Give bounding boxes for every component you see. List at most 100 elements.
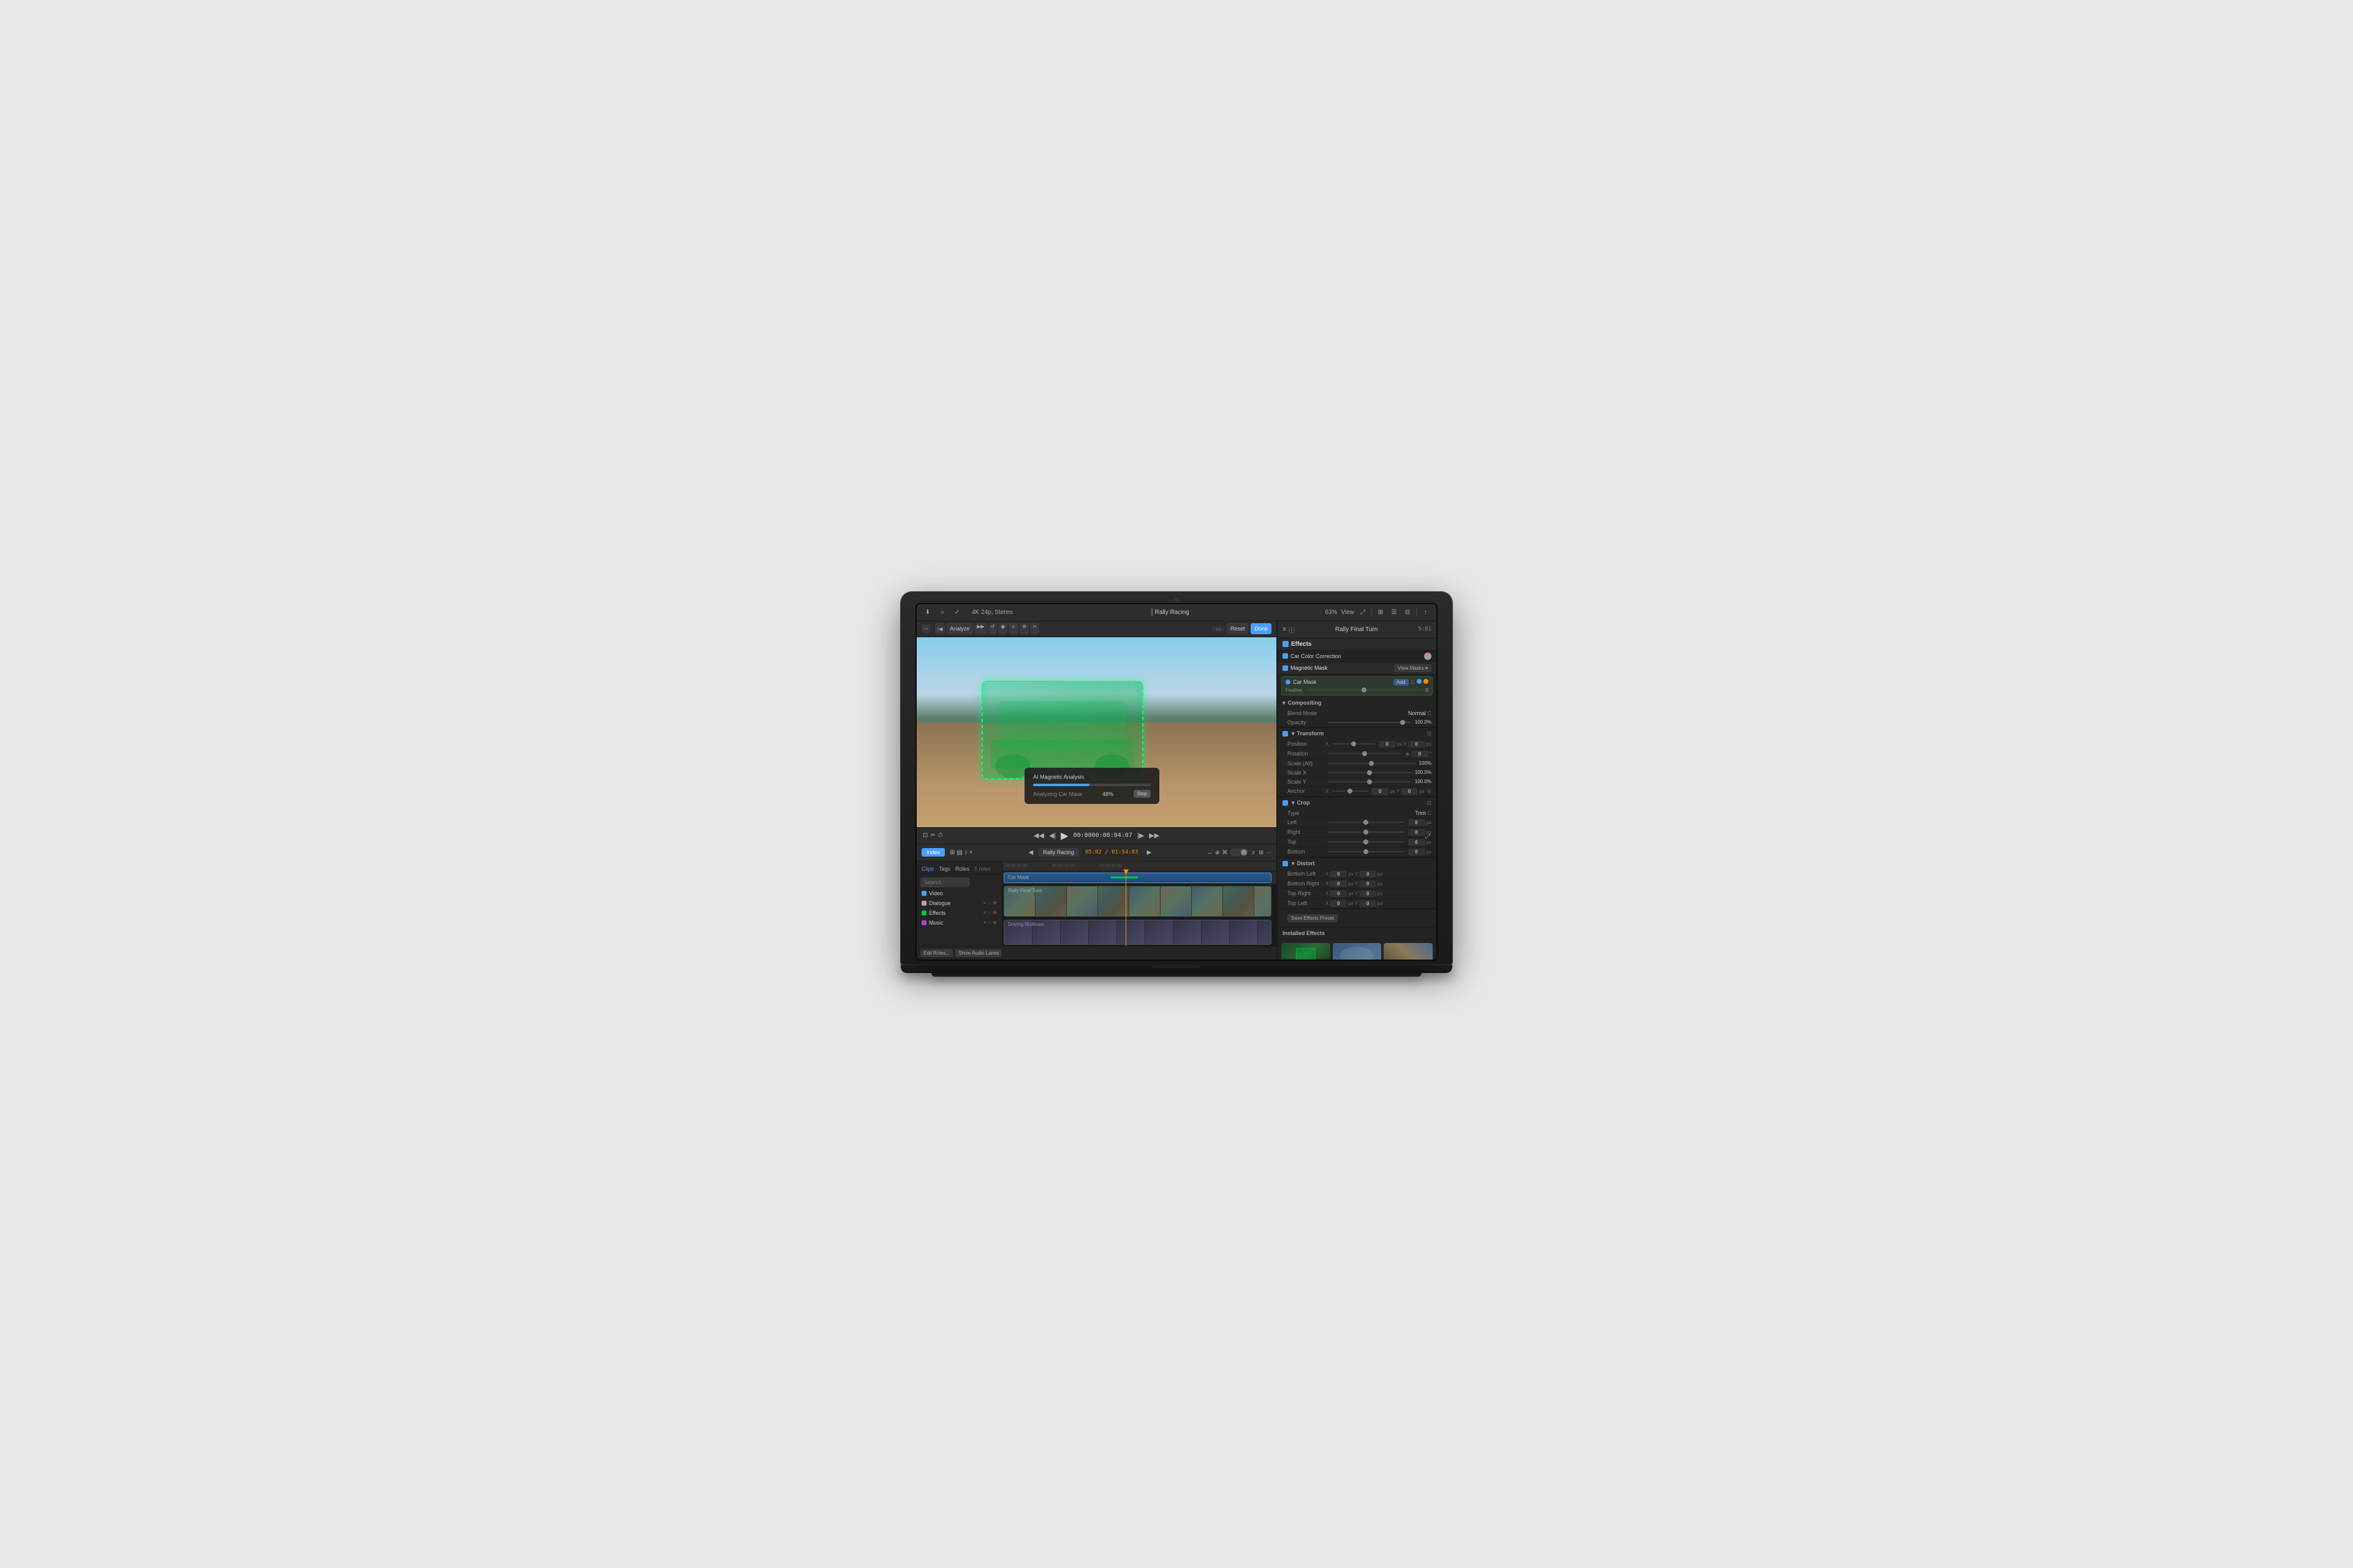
tags-tab[interactable]: Tags: [939, 866, 950, 872]
prev-frame-icon[interactable]: ◀◀: [1034, 831, 1044, 839]
effects-checkbox[interactable]: [1283, 641, 1289, 647]
timeline-next-icon[interactable]: ▶: [1146, 849, 1151, 856]
key-icon[interactable]: ○: [938, 607, 947, 617]
edit-roles-button[interactable]: Edit Roles...: [920, 949, 953, 957]
check-icon[interactable]: ✓: [952, 607, 962, 617]
play-button[interactable]: ▶: [1061, 830, 1068, 842]
audio-btn[interactable]: ♬: [1009, 623, 1018, 634]
distort-header[interactable]: ▾ Distort: [1278, 858, 1436, 869]
speed-icon[interactable]: ⏱: [938, 832, 943, 839]
dialogue-action-2[interactable]: ○: [988, 900, 991, 906]
transform-checkbox[interactable]: [1283, 731, 1288, 737]
zoom-out-icon[interactable]: ↔: [1207, 849, 1213, 855]
rotation-value[interactable]: 0: [1411, 751, 1428, 757]
crop-bottom-slider[interactable]: [1328, 851, 1404, 852]
crop-checkbox[interactable]: [1283, 800, 1288, 806]
ccc-checkbox[interactable]: [1283, 653, 1288, 659]
add-icon[interactable]: +: [969, 849, 973, 856]
mm-checkbox[interactable]: [1283, 665, 1288, 671]
bl-x-value[interactable]: 0: [1330, 871, 1347, 877]
roles-tab-label[interactable]: Roles: [955, 866, 969, 872]
multicam-clip[interactable]: Driving Multicam: [1004, 920, 1271, 945]
effect-green-screen[interactable]: Green ScreenKeyer: [1281, 943, 1330, 960]
crop-bottom-handle[interactable]: [1363, 849, 1368, 854]
audio-toggle[interactable]: [1230, 849, 1248, 856]
crop-left-slider[interactable]: [1328, 822, 1404, 823]
br-x-value[interactable]: 0: [1330, 881, 1347, 887]
bl-y-value[interactable]: 0: [1359, 871, 1376, 877]
feather-slider-handle[interactable]: [1362, 687, 1366, 692]
step-forward-icon[interactable]: |▶: [1137, 831, 1144, 839]
scale-y-slider[interactable]: [1328, 781, 1411, 782]
effects-action-3[interactable]: ⊕: [993, 910, 997, 915]
grid-icon[interactable]: ⊞: [1376, 607, 1385, 617]
transform-header[interactable]: ▾ Transform ⊡: [1278, 728, 1436, 740]
crop-top-value[interactable]: 0: [1408, 839, 1425, 846]
crop-left-handle[interactable]: [1363, 820, 1368, 825]
zoom-level[interactable]: 63%: [1325, 609, 1337, 616]
crop-top-slider[interactable]: [1328, 841, 1404, 843]
reset-button[interactable]: Reset: [1227, 623, 1249, 634]
scale-y-handle[interactable]: [1367, 779, 1372, 784]
opacity-slider-handle[interactable]: [1400, 720, 1405, 725]
distort-checkbox[interactable]: [1283, 861, 1288, 866]
zoom-in-icon[interactable]: ⊕: [1215, 849, 1220, 856]
opacity-slider[interactable]: [1328, 722, 1411, 723]
split-icon[interactable]: ⊟: [1403, 607, 1412, 617]
scale-all-slider[interactable]: [1328, 763, 1415, 764]
stop-button[interactable]: Stop: [1134, 790, 1151, 798]
list-view-icon[interactable]: ⊞: [950, 849, 955, 856]
project-select[interactable]: Rally Racing: [1038, 848, 1079, 857]
trim-btn[interactable]: ✂: [1030, 623, 1039, 634]
tl-x-value[interactable]: 0: [1330, 900, 1347, 907]
analyze-button[interactable]: Analyze: [946, 623, 973, 634]
tr-x-value[interactable]: 0: [1330, 890, 1347, 897]
effects-action-2[interactable]: ○: [988, 910, 991, 915]
effect-luma-keyer[interactable]: Luma Keyer: [1384, 943, 1433, 960]
index-tab[interactable]: Index: [922, 848, 945, 857]
effect-image-mask[interactable]: Image Mask: [1333, 943, 1382, 960]
clips-tab[interactable]: Clips: [922, 866, 934, 872]
playback-btn[interactable]: ▶▶: [974, 623, 987, 634]
music-action-1[interactable]: ≡: [983, 920, 987, 925]
view-btn[interactable]: View: [1341, 609, 1355, 616]
tr-y-value[interactable]: 0: [1359, 890, 1376, 897]
show-audio-lanes-button[interactable]: Show Audio Lanes: [955, 949, 1002, 957]
tl-y-value[interactable]: 0: [1359, 900, 1376, 907]
car-color-correction-row[interactable]: Car Color Correction: [1278, 651, 1436, 662]
timeline-prev-icon[interactable]: ◀: [1029, 849, 1034, 856]
sort-icon[interactable]: ↕: [964, 849, 968, 856]
position-y-value[interactable]: 0: [1408, 741, 1425, 748]
headphones-icon[interactable]: ⌘: [1222, 849, 1227, 856]
crop-top-handle[interactable]: [1363, 839, 1368, 844]
view-masks-button[interactable]: View Masks ▾: [1394, 664, 1431, 672]
anchor-x-handle[interactable]: [1347, 789, 1352, 793]
scale-x-handle[interactable]: [1367, 770, 1372, 775]
save-preset-button[interactable]: Save Effects Preset: [1287, 914, 1338, 922]
car-mask-clip[interactable]: Car Mask: [1004, 873, 1271, 883]
crop-header[interactable]: ▾ Crop ⊡: [1278, 797, 1436, 809]
music-action-2[interactable]: ○: [988, 920, 991, 925]
share-icon[interactable]: ↑: [1420, 607, 1430, 617]
anchor-y-value[interactable]: 0: [1401, 788, 1418, 795]
effects-action-1[interactable]: ≡: [983, 910, 987, 915]
clip-view-icon[interactable]: ▤: [957, 849, 962, 856]
analyze-btn[interactable]: |◀: [935, 623, 945, 634]
position-x-value[interactable]: 0: [1379, 741, 1396, 748]
fullscreen-btn[interactable]: ⤢: [1425, 833, 1430, 840]
anchor-x-slider[interactable]: [1332, 790, 1368, 792]
import-icon[interactable]: ⬇: [923, 607, 933, 617]
trim-tool-icon[interactable]: ✂: [930, 832, 935, 839]
dialogue-action-1[interactable]: ≡: [983, 900, 987, 906]
loop-btn[interactable]: ↺: [988, 623, 998, 634]
br-y-value[interactable]: 0: [1359, 881, 1376, 887]
search-input[interactable]: [920, 877, 969, 887]
mask-option-c[interactable]: C: [1411, 679, 1415, 685]
crop-right-slider[interactable]: [1328, 831, 1404, 833]
rotation-slider[interactable]: [1328, 753, 1401, 754]
video-clip[interactable]: Rally Final Turn: [1004, 886, 1271, 917]
view-controls[interactable]: ▭: [1212, 626, 1224, 632]
audio-icon[interactable]: ♬: [1251, 849, 1256, 855]
dialogue-action-3[interactable]: ⊕: [993, 900, 997, 906]
grid-view-icon[interactable]: ⊞: [1259, 849, 1264, 856]
